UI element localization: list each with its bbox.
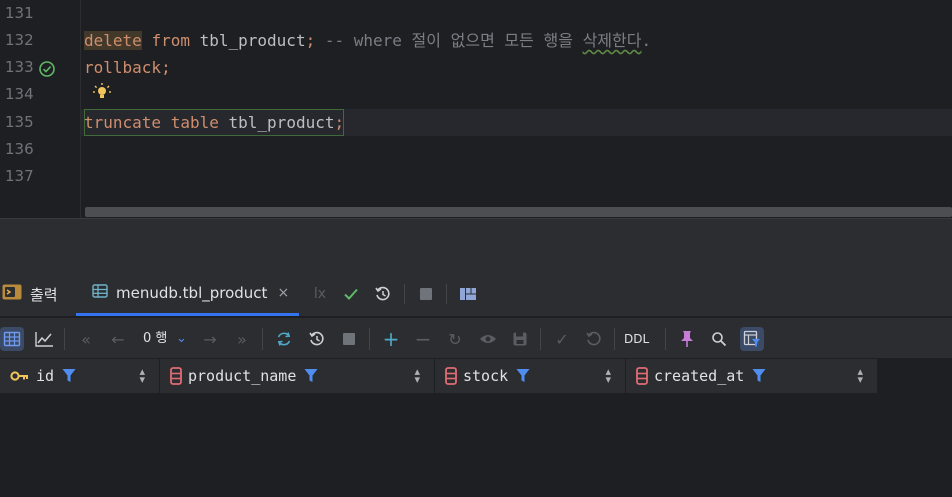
column-header-id[interactable]: id ▴ ▾	[0, 359, 160, 393]
column-icon	[170, 367, 182, 385]
line-number: 135	[5, 113, 34, 131]
gutter-divider	[80, 0, 81, 218]
sort-icon[interactable]: ▴ ▾	[605, 366, 611, 385]
data-grid-toolbar: « ← 0 행 ⌄ → » + − ↻ ✓ DDL	[0, 318, 952, 359]
pin-icon[interactable]	[675, 327, 699, 351]
sql-editor[interactable]: 131 132 133 134 135 136 137 delete from …	[0, 0, 952, 218]
tab-output[interactable]: 출력	[0, 272, 58, 316]
code-line-132: delete from tbl_product; -- where 절이 없으면…	[84, 27, 651, 54]
eye-icon[interactable]	[476, 327, 500, 351]
keyword: from	[151, 31, 190, 50]
tab-results[interactable]: menudb.tbl_product ×	[76, 272, 300, 316]
filter-icon[interactable]	[752, 368, 766, 384]
add-row-icon[interactable]: +	[379, 327, 403, 351]
table-grid-icon	[92, 283, 108, 303]
identifier: tbl_product	[228, 113, 335, 132]
next-page-icon[interactable]: →	[198, 327, 222, 351]
filter-icon[interactable]	[304, 368, 318, 384]
filter-icon[interactable]	[516, 368, 530, 384]
execution-success-icon[interactable]	[38, 60, 56, 78]
code-line-133: rollback;	[84, 54, 171, 81]
rollback-icon[interactable]	[373, 284, 393, 304]
commit-icon[interactable]	[341, 284, 361, 304]
transaction-mode-label[interactable]: lx	[310, 284, 330, 304]
previous-page-icon[interactable]: ←	[106, 327, 130, 351]
comment-end: .	[641, 31, 652, 50]
toolbar-separator	[665, 328, 666, 350]
results-tab-bar: 출력 menudb.tbl_product × lx	[0, 272, 952, 317]
history-icon[interactable]	[305, 327, 329, 351]
keyword: delete	[84, 31, 142, 50]
revert-icon[interactable]: ↻	[443, 327, 467, 351]
sort-icon[interactable]: ▴ ▾	[857, 366, 863, 385]
comment: -- where 절이 없으면 모든 행을	[324, 31, 583, 50]
horizontal-scrollbar[interactable]	[85, 207, 952, 217]
ddl-button[interactable]: DDL	[624, 327, 649, 351]
semicolon: ;	[334, 113, 345, 132]
column-header-product-name[interactable]: product_name ▴ ▾	[160, 359, 435, 393]
output-icon	[2, 283, 22, 305]
panel-splitter[interactable]	[0, 218, 952, 272]
rollback-icon[interactable]	[582, 327, 606, 351]
filter-icon[interactable]	[62, 368, 76, 384]
data-grid[interactable]: id ▴ ▾ product_name ▴ ▾ stock ▴ ▾ create…	[0, 359, 952, 497]
grid-header: id ▴ ▾ product_name ▴ ▾ stock ▴ ▾ create…	[0, 359, 878, 393]
toolbar-separator	[614, 328, 615, 350]
delete-row-icon[interactable]: −	[411, 327, 435, 351]
close-icon[interactable]: ×	[277, 285, 289, 301]
stop-icon[interactable]	[416, 284, 436, 304]
column-header-stock[interactable]: stock ▴ ▾	[435, 359, 626, 393]
keyword: rollback	[84, 58, 162, 77]
sort-icon[interactable]: ▴ ▾	[414, 366, 420, 385]
toolbar-separator	[540, 328, 541, 350]
refresh-icon[interactable]	[272, 327, 296, 351]
comment-typo: 삭제한다	[582, 31, 642, 50]
primary-key-icon	[10, 368, 30, 384]
semicolon: ;	[305, 31, 316, 50]
code-line-135: truncate table tbl_product;	[84, 109, 344, 136]
identifier: tbl_product	[199, 31, 306, 50]
semicolon: ;	[161, 58, 171, 77]
commit-icon[interactable]: ✓	[550, 327, 574, 351]
column-name: created_at	[654, 367, 745, 385]
row-count[interactable]: 0 행	[143, 327, 167, 351]
keyword: truncate	[84, 113, 162, 132]
filter-panel-icon[interactable]	[740, 327, 764, 351]
stop-icon[interactable]	[337, 327, 361, 351]
search-icon[interactable]	[707, 327, 731, 351]
editor-gutter: 131 132 133 134 135 136 137	[0, 0, 80, 218]
line-number: 134	[5, 85, 34, 103]
line-number: 137	[5, 167, 34, 185]
sort-icon[interactable]: ▴ ▾	[139, 366, 145, 385]
chevron-down-icon[interactable]: ⌄	[176, 327, 187, 351]
column-header-created-at[interactable]: created_at ▴ ▾	[626, 359, 878, 393]
keyword: table	[170, 113, 219, 132]
layout-icon[interactable]	[458, 284, 478, 304]
column-icon	[445, 367, 457, 385]
tab-results-label: menudb.tbl_product	[116, 283, 268, 302]
column-icon	[636, 367, 648, 385]
toolbar-separator	[446, 284, 447, 304]
column-name: id	[36, 367, 55, 385]
toolbar-separator	[369, 328, 370, 350]
toolbar-separator	[64, 328, 65, 350]
line-number: 131	[5, 4, 34, 22]
chart-view-icon[interactable]	[32, 327, 56, 351]
save-icon[interactable]	[508, 327, 532, 351]
toolbar-separator	[262, 328, 263, 350]
first-page-icon[interactable]: «	[74, 327, 98, 351]
column-name: product_name	[188, 367, 297, 385]
line-number: 133	[5, 58, 34, 76]
line-number: 136	[5, 140, 34, 158]
lightbulb-icon[interactable]	[92, 82, 111, 100]
line-number: 132	[5, 31, 34, 49]
tab-output-label: 출력	[30, 285, 58, 304]
column-name: stock	[463, 367, 509, 385]
last-page-icon[interactable]: »	[230, 327, 254, 351]
toolbar-separator	[404, 284, 405, 304]
table-view-icon[interactable]	[0, 327, 24, 351]
